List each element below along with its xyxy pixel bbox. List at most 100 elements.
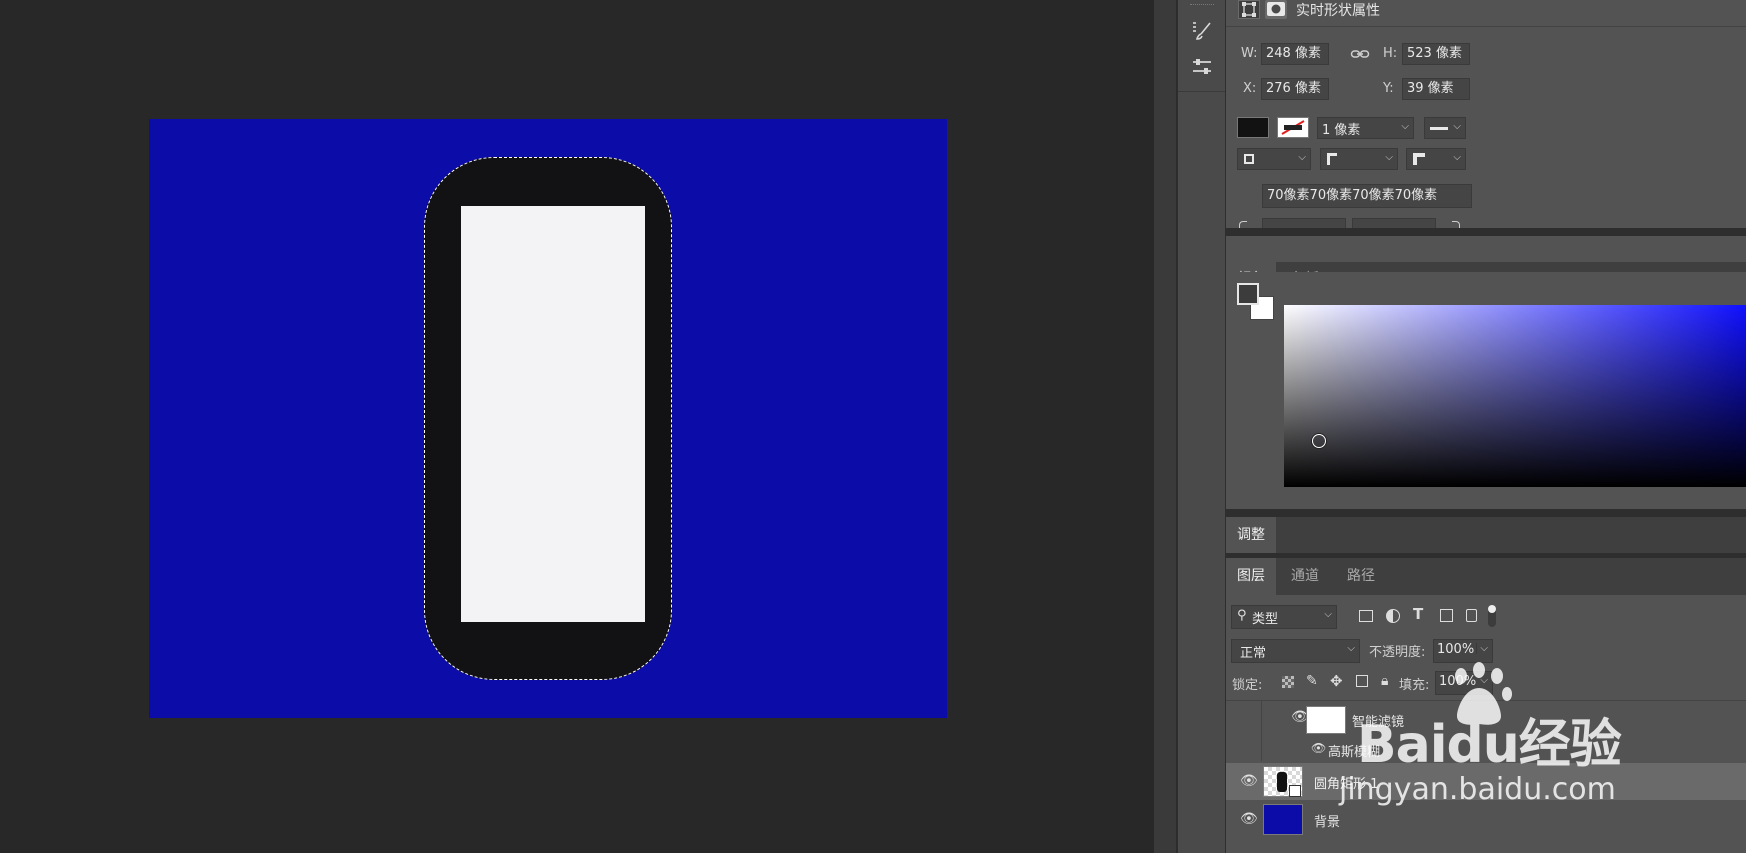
- fill-value: 100%: [1439, 674, 1477, 689]
- tab-paths[interactable]: 路径: [1336, 558, 1386, 595]
- chevron-down-icon: ⌵: [1453, 121, 1461, 132]
- color-picker-cursor[interactable]: [1312, 434, 1326, 448]
- filter-toggle-switch[interactable]: [1488, 605, 1496, 627]
- chevron-down-icon: ⌵: [1324, 609, 1332, 620]
- filter-adjustment-layer-icon[interactable]: [1386, 609, 1400, 623]
- lock-transparent-pixels-icon[interactable]: [1282, 676, 1294, 688]
- color-spectrum-picker[interactable]: [1284, 305, 1746, 487]
- lock-position-icon[interactable]: ✥: [1330, 672, 1343, 690]
- y-field[interactable]: 39 像素: [1402, 78, 1470, 100]
- divider: [1178, 91, 1225, 92]
- foreground-color-swatch[interactable]: [1237, 283, 1259, 305]
- width-label: W:: [1241, 46, 1258, 61]
- stroke-type-dropdown[interactable]: ⌵: [1424, 117, 1466, 139]
- stroke-width-value: 1 像素: [1322, 123, 1361, 138]
- color-panel: [1226, 272, 1746, 517]
- tab-channels[interactable]: 通道: [1280, 558, 1330, 595]
- layer-thumbnail[interactable]: [1263, 804, 1303, 835]
- fill-field[interactable]: 100% ⌵: [1435, 671, 1493, 695]
- layer-row-smart-filters[interactable]: 👁︎ 智能滤镜: [1226, 701, 1746, 761]
- layer-filter-dropdown[interactable]: ⚲ 类型 ⌵: [1231, 605, 1337, 629]
- chevron-down-icon: ⌵: [1401, 121, 1409, 132]
- eye-icon[interactable]: 👁︎: [1311, 741, 1326, 755]
- lock-all-icon[interactable]: 🔒︎: [1381, 673, 1388, 689]
- stroke-corners-dropdown[interactable]: ⌵: [1406, 148, 1466, 170]
- smart-filter-mask-thumbnail[interactable]: [1306, 706, 1346, 734]
- search-icon: ⚲: [1237, 608, 1247, 623]
- layer-row-background[interactable]: 👁︎ 背景: [1226, 800, 1746, 838]
- opacity-field[interactable]: 100% ⌵: [1433, 639, 1493, 663]
- x-label: X:: [1243, 81, 1257, 96]
- layer-name: 智能滤镜: [1352, 715, 1405, 730]
- brush-preset-icon[interactable]: [1189, 18, 1215, 44]
- link-dimensions-icon[interactable]: [1350, 46, 1370, 66]
- mask-icon[interactable]: [1265, 0, 1287, 19]
- stroke-width-dropdown[interactable]: 1 像素 ⌵: [1317, 117, 1414, 139]
- line-style-icon: [1430, 127, 1448, 130]
- blend-mode-dropdown[interactable]: 正常 ⌵: [1231, 639, 1360, 663]
- canvas-area[interactable]: [0, 0, 1150, 853]
- lock-image-pixels-icon[interactable]: ✎: [1306, 673, 1318, 689]
- panel-dock-strip: [1154, 0, 1177, 853]
- chevron-down-icon: ⌵: [1298, 152, 1306, 163]
- selection-marquee: [424, 157, 672, 680]
- x-field[interactable]: 276 像素: [1261, 78, 1329, 100]
- line-corners-icon: [1413, 153, 1425, 165]
- lock-label: 锁定:: [1232, 678, 1263, 693]
- panel-separator: [1226, 509, 1746, 517]
- height-field[interactable]: 523 像素: [1402, 43, 1470, 65]
- opacity-value: 100%: [1437, 642, 1475, 657]
- adjustments-sliders-icon[interactable]: [1189, 54, 1215, 80]
- adjustments-tabbar: 调整: [1226, 517, 1746, 553]
- collapsed-panel-column: [1177, 0, 1226, 853]
- y-label: Y:: [1383, 81, 1394, 96]
- opacity-label: 不透明度:: [1369, 645, 1426, 660]
- layer-name: 圆角矩形 1: [1314, 777, 1379, 792]
- shape-properties-icon[interactable]: [1238, 0, 1260, 19]
- blend-mode-value: 正常: [1240, 646, 1267, 661]
- stroke-color-swatch[interactable]: [1277, 117, 1309, 138]
- filter-kind-value: 类型: [1252, 612, 1279, 627]
- fill-color-swatch[interactable]: [1237, 117, 1269, 138]
- shape-preview: [1277, 772, 1287, 792]
- chevron-down-icon: ⌵: [1385, 152, 1393, 163]
- filter-smart-object-icon[interactable]: [1466, 609, 1477, 622]
- tab-adjustments[interactable]: 调整: [1226, 517, 1276, 553]
- chevron-down-icon: ⌵: [1476, 643, 1488, 654]
- layer-row-gaussian-blur[interactable]: 👁︎ 高斯模糊: [1226, 737, 1746, 763]
- chevron-down-icon: ⌵: [1347, 643, 1355, 654]
- panel-separator: [1226, 228, 1746, 236]
- stroke-align-dropdown[interactable]: ⌵: [1237, 148, 1311, 170]
- tab-layers[interactable]: 图层: [1226, 558, 1276, 595]
- layers-tabbar: 图层 通道 路径: [1226, 558, 1746, 595]
- properties-panel: 实时形状属性 W: 248 像素 H: 523 像素 X: 276 像素 Y: …: [1226, 0, 1746, 229]
- chevron-down-icon: ⌵: [1480, 675, 1488, 686]
- right-panels: 实时形状属性 W: 248 像素 H: 523 像素 X: 276 像素 Y: …: [1226, 0, 1746, 853]
- filter-type-layer-icon[interactable]: T: [1413, 605, 1423, 623]
- corner-radius-field-tl[interactable]: [1262, 218, 1346, 228]
- lock-artboard-icon[interactable]: [1356, 675, 1368, 687]
- document-canvas[interactable]: [149, 119, 947, 718]
- line-caps-icon: [1327, 153, 1337, 165]
- layers-panel: ⚲ 类型 ⌵ T 正常 ⌵ 不透明度: 100% ⌵ 锁定: ✎ ✥ 🔒︎ 填充…: [1226, 595, 1746, 853]
- stroke-align-icon: [1244, 154, 1254, 164]
- filter-pixel-layer-icon[interactable]: [1359, 610, 1373, 622]
- chevron-down-icon: ⌵: [1453, 152, 1461, 163]
- divider: [1226, 26, 1746, 27]
- properties-title: 实时形状属性: [1296, 3, 1380, 19]
- width-field[interactable]: 248 像素: [1261, 43, 1329, 65]
- stroke-caps-dropdown[interactable]: ⌵: [1320, 148, 1398, 170]
- corner-radius-field[interactable]: 70像素70像素70像素70像素: [1262, 184, 1472, 208]
- smart-object-badge-icon: [1289, 785, 1301, 797]
- fill-label: 填充:: [1399, 678, 1430, 693]
- layer-thumbnail[interactable]: [1263, 766, 1303, 797]
- eye-icon[interactable]: 👁︎: [1240, 773, 1258, 789]
- height-label: H:: [1383, 46, 1398, 61]
- filter-shape-layer-icon[interactable]: [1440, 609, 1453, 622]
- layer-name: 高斯模糊: [1328, 745, 1381, 760]
- layer-row-rounded-rectangle[interactable]: 👁︎ 圆角矩形 1: [1226, 763, 1746, 800]
- layer-name: 背景: [1314, 815, 1341, 830]
- corner-radius-field-tr[interactable]: [1352, 218, 1436, 228]
- grip-handle[interactable]: [1190, 4, 1214, 9]
- eye-icon[interactable]: 👁︎: [1240, 811, 1258, 827]
